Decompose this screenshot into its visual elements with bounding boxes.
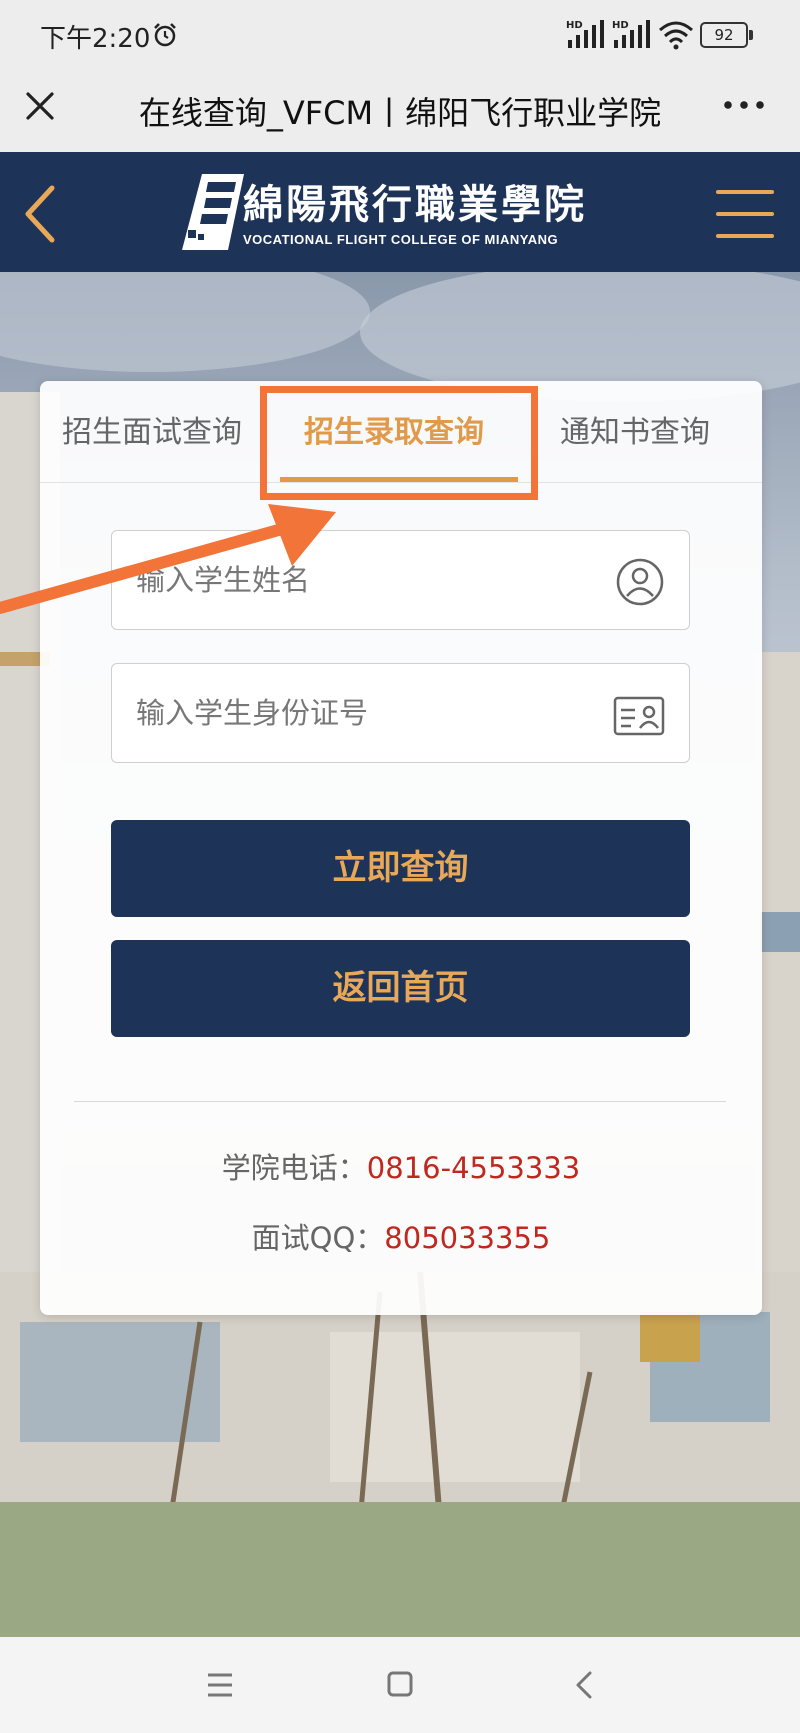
logo-chinese-name: 綿陽飛行職業學院: [243, 181, 587, 228]
wifi-icon: [659, 21, 693, 50]
alarm-icon: [154, 23, 176, 47]
user-circle-icon: [616, 558, 664, 606]
divider: [74, 1101, 726, 1102]
tab-interview-query[interactable]: 招生面试查询: [62, 407, 242, 451]
chevron-left-icon[interactable]: [18, 182, 62, 246]
more-icon[interactable]: [722, 90, 766, 120]
battery-tip: [749, 30, 753, 40]
battery-level: 92: [714, 26, 734, 44]
browser-nav-bar: 在线查询_VFCM丨绵阳飞行职业学院: [0, 70, 800, 152]
signal-bars-icon: [568, 20, 604, 48]
page-title: 在线查询_VFCM丨绵阳飞行职业学院: [138, 94, 662, 132]
id-card-icon: [613, 696, 665, 736]
query-button[interactable]: 立即查询: [111, 820, 690, 917]
active-tab-indicator: [280, 477, 518, 482]
home-button[interactable]: 返回首页: [111, 940, 690, 1037]
query-card: 招生面试查询 招生录取查询 通知书查询 立即查询 返回首页 学院电话：0816-…: [40, 381, 762, 1315]
student-name-input[interactable]: [136, 531, 606, 629]
status-time: 下午2:20: [40, 24, 151, 54]
query-tabs: 招生面试查询 招生录取查询 通知书查询: [40, 381, 762, 483]
logo-english-name: VOCATIONAL FLIGHT COLLEGE OF MIANYANG: [243, 232, 559, 247]
phone-value[interactable]: 0816-4553333: [367, 1151, 580, 1185]
menu-lines-icon[interactable]: [200, 1667, 240, 1703]
id-field: [111, 663, 690, 763]
phone-line: 学院电话：0816-4553333: [40, 1145, 762, 1187]
close-icon[interactable]: [22, 88, 58, 124]
status-bar: 下午2:20 HD HD 92: [0, 0, 800, 70]
home-square-icon[interactable]: [380, 1667, 420, 1703]
college-logo-icon: [182, 174, 244, 250]
signal-bars-icon: [614, 20, 650, 48]
qq-value: 805033355: [384, 1221, 551, 1255]
qq-line: 面试QQ：805033355: [40, 1215, 762, 1257]
system-nav-bar: [0, 1637, 800, 1733]
tab-admission-query[interactable]: 招生录取查询: [304, 407, 484, 451]
back-triangle-icon[interactable]: [564, 1667, 604, 1703]
hamburger-icon[interactable]: [716, 188, 776, 240]
qq-label: 面试QQ：: [251, 1221, 385, 1255]
battery-indicator: 92: [700, 22, 754, 48]
site-header: 綿陽飛行職業學院 VOCATIONAL FLIGHT COLLEGE OF MI…: [0, 152, 800, 272]
name-field: [111, 530, 690, 630]
student-id-input[interactable]: [136, 664, 606, 762]
phone-label: 学院电话：: [221, 1151, 367, 1185]
tab-notice-query[interactable]: 通知书查询: [560, 407, 710, 451]
